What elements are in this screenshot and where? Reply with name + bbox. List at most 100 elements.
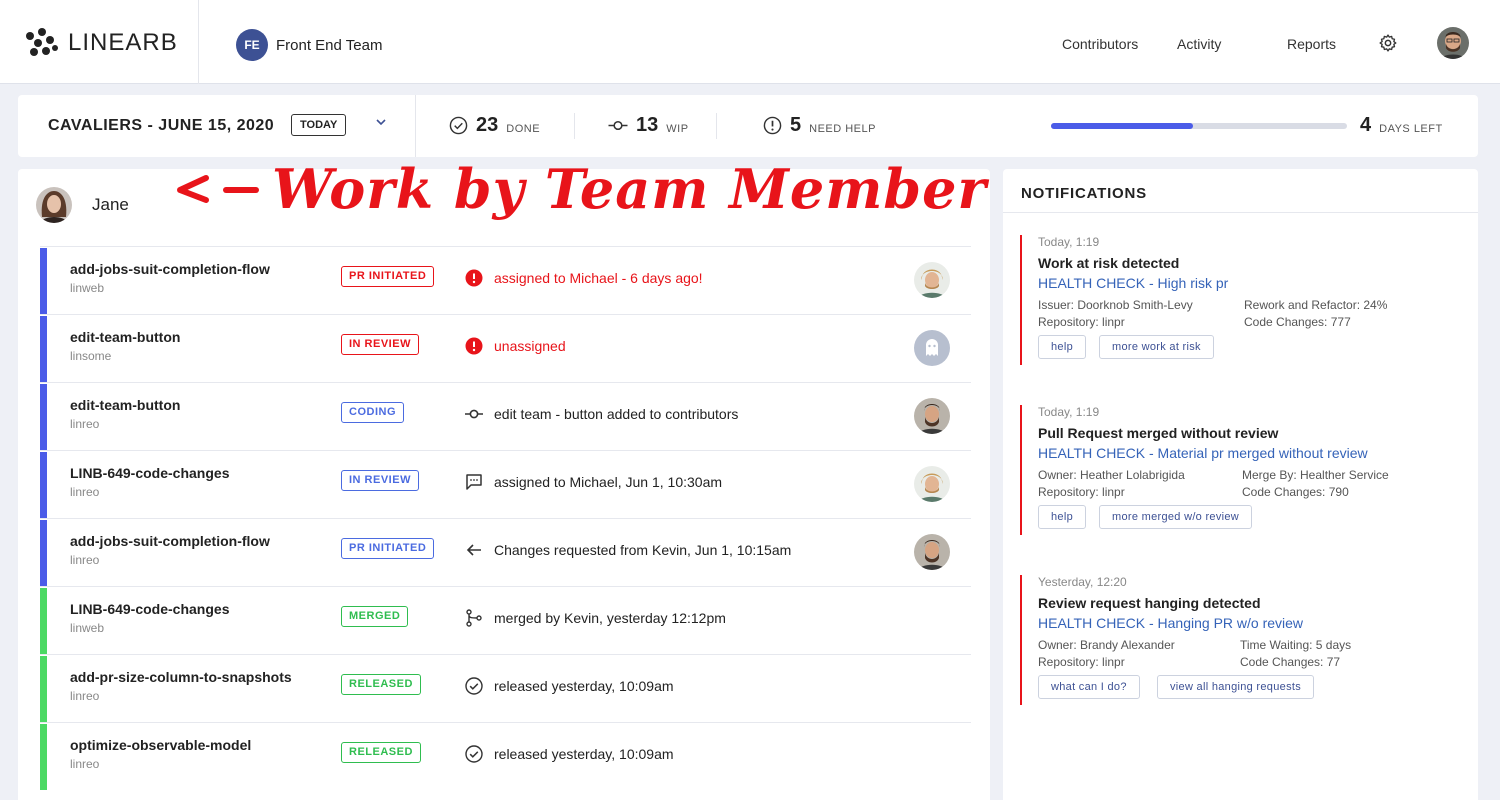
work-item-row[interactable]: add-jobs-suit-completion-flow linreo PR IN… — [40, 518, 971, 586]
meta-line: Merge By: Healther Service — [1242, 468, 1389, 482]
assignee-avatar[interactable] — [914, 534, 950, 570]
alert-icon — [465, 269, 483, 287]
notification-help-button[interactable]: what can I do? — [1038, 675, 1140, 699]
meta-line: Code Changes: 790 — [1242, 485, 1349, 499]
meta-line: Issuer: Doorknob Smith-Levy — [1038, 298, 1193, 312]
sprint-divider — [716, 113, 717, 139]
status-badge: MERGED — [341, 606, 409, 627]
work-item-name[interactable]: LINB-649-code-changes — [70, 465, 229, 481]
nav-divider — [198, 0, 199, 84]
assignee-avatar[interactable] — [914, 262, 950, 298]
work-item-repo: linsome — [70, 349, 112, 363]
notification-time: Yesterday, 12:20 — [1038, 575, 1127, 589]
nav-link-contributors[interactable]: Contributors — [1062, 36, 1138, 52]
arrow-left-icon — [465, 541, 483, 559]
today-button[interactable]: TODAY — [291, 114, 347, 136]
logo-icon — [26, 28, 60, 58]
annotation-text: Work by Team Member — [272, 157, 987, 221]
meta-line: Owner: Heather Lolabrigida — [1038, 468, 1185, 482]
work-item-row[interactable]: add-jobs-suit-completion-flow linweb PR IN… — [40, 246, 971, 314]
status-badge: RELEASED — [341, 742, 421, 763]
assignee-avatar[interactable] — [914, 330, 950, 366]
work-item-row[interactable]: LINB-649-code-changes linweb MERGED merged … — [40, 586, 971, 654]
notification-heading: Work at risk detected — [1038, 255, 1180, 271]
work-item-name[interactable]: add-jobs-suit-completion-flow — [70, 261, 270, 277]
work-item-row[interactable]: optimize-observable-model linreo RELEASED r… — [40, 722, 971, 790]
work-item-name[interactable]: LINB-649-code-changes — [70, 601, 229, 617]
chevron-down-icon[interactable] — [374, 115, 388, 129]
work-item-activity: edit team - button added to contributors — [494, 406, 739, 422]
work-item-activity: assigned to Michael, Jun 1, 10:30am — [494, 474, 723, 490]
status-badge: PR INITIATED — [341, 266, 435, 287]
notification-time: Today, 1:19 — [1038, 405, 1100, 419]
notification-more-button[interactable]: more work at risk — [1099, 335, 1214, 359]
notification-more-button[interactable]: more merged w/o review — [1099, 505, 1253, 529]
work-item-row[interactable]: add-pr-size-column-to-snapshots linreo REL… — [40, 654, 971, 722]
alert-circle-icon — [763, 116, 782, 135]
notification-help-button[interactable]: help — [1038, 505, 1086, 529]
work-panel: Jane Work by Team Member add-jobs-suit-c… — [18, 157, 990, 800]
work-item-name[interactable]: edit-team-button — [70, 397, 180, 413]
status-color-bar — [40, 316, 47, 382]
check-circle-icon — [465, 677, 483, 695]
status-badge: IN REVIEW — [341, 470, 419, 491]
wip-count: 13 — [636, 114, 659, 136]
work-item-row[interactable]: edit-team-button linreo CODING edit team - … — [40, 382, 971, 450]
status-color-bar — [40, 656, 47, 722]
notification-card: Yesterday, 12:20 Review request hanging d… — [1020, 575, 1460, 705]
assignee-avatar[interactable] — [914, 466, 950, 502]
logo-text: LINEARB — [68, 29, 178, 56]
gear-icon[interactable] — [1378, 33, 1398, 53]
notification-meta-left: Owner: Heather Lolabrigida Repository: li… — [1038, 467, 1185, 501]
notification-card: Today, 1:19 Pull Request merged without r… — [1020, 405, 1460, 535]
merge-icon — [465, 609, 483, 627]
check-circle-icon — [465, 745, 483, 763]
work-item-name[interactable]: optimize-observable-model — [70, 737, 251, 753]
meta-line: Code Changes: 777 — [1244, 315, 1351, 329]
team-selector[interactable]: FE Front End Team — [236, 29, 382, 61]
days-left: 4 DAYS LEFT — [1360, 114, 1443, 137]
notification-accent-bar — [1020, 575, 1022, 705]
arrow-left-icon — [177, 175, 259, 203]
work-item-repo: linreo — [70, 757, 100, 771]
meta-line: Owner: Brandy Alexander — [1038, 638, 1175, 652]
notification-link[interactable]: HEALTH CHECK - Hanging PR w/o review — [1038, 615, 1303, 631]
work-item-activity: released yesterday, 10:09am — [494, 678, 674, 694]
work-item-repo: linweb — [70, 621, 105, 635]
work-item-row[interactable]: LINB-649-code-changes linreo IN REVIEW assi… — [40, 450, 971, 518]
top-nav: LINEARB FE Front End Team Contributors A… — [0, 0, 1500, 84]
member-avatar[interactable] — [36, 187, 72, 223]
nav-link-reports[interactable]: Reports — [1287, 36, 1336, 52]
meta-line: Repository: linpr — [1038, 485, 1125, 499]
assignee-avatar[interactable] — [914, 398, 950, 434]
status-color-bar — [40, 452, 47, 518]
notifications-panel: NOTIFICATIONS Today, 1:19 Work at risk de… — [1003, 169, 1478, 800]
stat-need-help: 5 NEED HELP — [763, 114, 876, 137]
sprint-divider — [415, 95, 416, 157]
notification-link[interactable]: HEALTH CHECK - Material pr merged withou… — [1038, 445, 1368, 461]
notification-meta-right: Merge By: Healther Service Code Changes: … — [1242, 467, 1389, 501]
stat-wip: 13 WIP — [608, 114, 689, 137]
status-badge: CODING — [341, 402, 404, 423]
notification-meta-right: Time Waiting: 5 days Code Changes: 77 — [1240, 637, 1351, 671]
work-item-row[interactable]: edit-team-button linsome IN REVIEW unassign… — [40, 314, 971, 382]
check-circle-icon — [449, 116, 468, 135]
member-name: Jane — [92, 195, 129, 214]
notifications-divider — [1003, 212, 1478, 213]
comment-icon — [465, 473, 483, 491]
notification-accent-bar — [1020, 405, 1022, 535]
work-item-name[interactable]: add-pr-size-column-to-snapshots — [70, 669, 292, 685]
notifications-title: NOTIFICATIONS — [1021, 185, 1147, 202]
notification-link[interactable]: HEALTH CHECK - High risk pr — [1038, 275, 1228, 291]
work-item-name[interactable]: edit-team-button — [70, 329, 180, 345]
sprint-title: CAVALIERS - JUNE 15, 2020 — [48, 117, 275, 134]
nav-link-activity[interactable]: Activity — [1177, 36, 1221, 52]
logo[interactable]: LINEARB — [26, 28, 178, 58]
notification-more-button[interactable]: view all hanging requests — [1157, 675, 1315, 699]
notification-help-button[interactable]: help — [1038, 335, 1086, 359]
need-help-label: NEED HELP — [809, 122, 876, 135]
work-item-name[interactable]: add-jobs-suit-completion-flow — [70, 533, 270, 549]
status-color-bar — [40, 520, 47, 586]
user-avatar[interactable] — [1437, 27, 1469, 59]
status-color-bar — [40, 248, 47, 314]
